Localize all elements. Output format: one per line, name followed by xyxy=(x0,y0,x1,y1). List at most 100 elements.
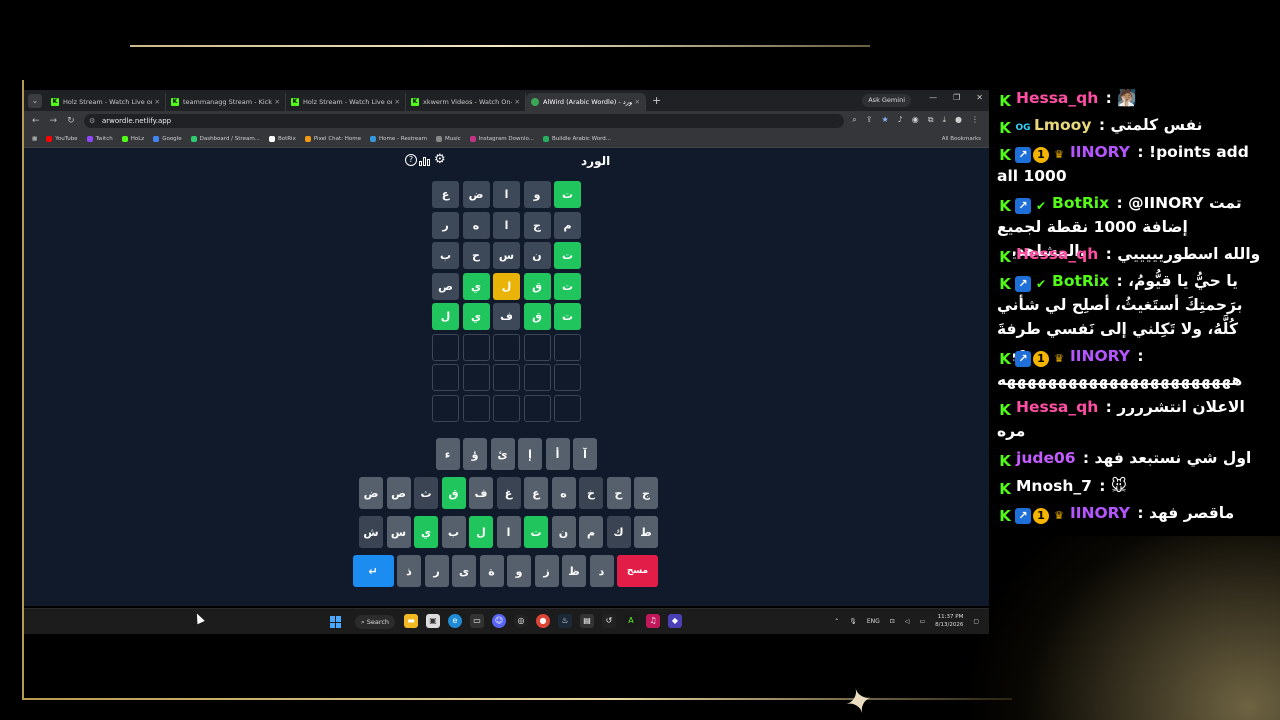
bookmark-item[interactable]: Dashboard / Stream... xyxy=(190,136,260,142)
browser-tab[interactable]: AlWird (Arabic Wordle) - الورد✕ xyxy=(526,93,646,111)
keyboard-key[interactable]: ؤ xyxy=(463,438,487,470)
chat-username[interactable]: Mnosh_7 xyxy=(1016,477,1092,495)
keyboard-key[interactable]: ج xyxy=(634,477,658,509)
windows-start-icon[interactable] xyxy=(330,616,342,628)
tray-chevron-icon[interactable]: ⌃ xyxy=(834,618,839,625)
enter-key[interactable]: ↵ xyxy=(352,555,394,587)
browser-tab[interactable]: K Holz Stream - Watch Live on Ki✕ xyxy=(46,93,166,111)
obs-icon[interactable]: ◎ xyxy=(514,614,528,628)
all-bookmarks-button[interactable]: All Bookmarks xyxy=(942,136,981,142)
bookmark-item[interactable]: Music xyxy=(435,136,461,142)
browser-tab[interactable]: K Holz Stream - Watch Live on Ki✕ xyxy=(286,93,406,111)
keyboard-key[interactable]: ذ xyxy=(397,555,421,587)
download-icon[interactable]: ⤓ xyxy=(942,115,946,125)
help-icon[interactable]: ? xyxy=(405,154,417,166)
keyboard-key[interactable]: ل xyxy=(469,516,493,548)
keyboard-key[interactable]: ز xyxy=(534,555,559,587)
chat-username[interactable]: IINORY xyxy=(1070,347,1130,365)
tab-close-icon[interactable]: ✕ xyxy=(155,98,160,106)
bookmark-item[interactable]: Home - Restream xyxy=(370,136,427,142)
forward-icon[interactable]: → xyxy=(50,116,58,126)
apex-icon[interactable]: A xyxy=(624,614,638,628)
chat-username[interactable]: Hessa_qh xyxy=(1016,398,1098,416)
keyboard-key[interactable]: ئ xyxy=(490,438,515,470)
bookmark-item[interactable]: Twitch xyxy=(86,136,113,142)
ask-gemini-button[interactable]: Ask Gemini xyxy=(862,94,911,107)
keyboard-key[interactable]: م xyxy=(579,516,603,548)
close-icon[interactable]: ✕ xyxy=(976,93,983,102)
chrome-icon[interactable]: ● xyxy=(536,614,550,628)
keyboard-key[interactable]: ص xyxy=(386,477,411,509)
keyboard-key[interactable]: إ xyxy=(518,438,542,470)
browser-tab[interactable]: Kteammanagg Stream - Kick Da✕ xyxy=(166,93,286,111)
chat-username[interactable]: IINORY xyxy=(1070,143,1130,161)
bookmark-item[interactable]: HoLz xyxy=(121,136,144,142)
language-indicator[interactable]: ENG xyxy=(867,618,880,625)
tab-close-icon[interactable]: ✕ xyxy=(275,98,280,106)
minimize-icon[interactable]: — xyxy=(929,93,937,102)
keyboard-key[interactable]: ع xyxy=(524,477,548,509)
extensions-puzzle-icon[interactable]: ⧉ xyxy=(928,115,934,125)
tab-close-icon[interactable]: ✕ xyxy=(515,98,520,106)
keyboard-key[interactable]: ح xyxy=(606,477,631,509)
site-info-icon[interactable]: ⚙ xyxy=(89,114,95,128)
keyboard-key[interactable]: ن xyxy=(551,516,576,548)
bookmark-item[interactable]: BotRix xyxy=(268,136,296,142)
keyboard-key[interactable]: ت xyxy=(524,516,548,548)
settings-gear-icon[interactable]: ⚙ xyxy=(434,153,446,166)
back-app-icon[interactable]: ↺ xyxy=(602,614,616,628)
crystal-icon[interactable]: ◆ xyxy=(668,614,682,628)
browser-tab[interactable]: Kxkwerm Videos - Watch On-De✕ xyxy=(406,93,526,111)
chat-username[interactable]: BotRix xyxy=(1052,194,1109,212)
microphone-icon[interactable]: 🎙 xyxy=(849,618,857,625)
keyboard-key[interactable]: ش xyxy=(359,516,383,548)
apps-grid-icon[interactable]: ▦ xyxy=(32,136,37,142)
menu-kebab-icon[interactable]: ⋮ xyxy=(971,115,979,125)
bookmark-item[interactable]: Buildle Arabic Word... xyxy=(543,136,611,142)
keyboard-key[interactable]: ى xyxy=(452,555,476,587)
keyboard-key[interactable]: ة xyxy=(479,555,504,587)
back-icon[interactable]: ← xyxy=(32,116,40,126)
keyboard-key[interactable]: غ xyxy=(496,477,521,509)
keyboard-key[interactable]: ث xyxy=(414,477,438,509)
keyboard-key[interactable]: ض xyxy=(359,477,383,509)
battery-icon[interactable]: ▭ xyxy=(919,618,925,625)
zoom-icon[interactable]: ⌕ xyxy=(852,115,856,125)
bookmark-star-icon[interactable]: ★ xyxy=(881,115,888,125)
share-icon[interactable]: ⇪ xyxy=(866,115,873,125)
notification-icon[interactable]: ▢ xyxy=(973,618,979,625)
stats-icon[interactable] xyxy=(419,154,432,166)
keyboard-key[interactable]: و xyxy=(507,555,531,587)
keyboard-key[interactable]: ف xyxy=(469,477,493,509)
keyboard-key[interactable]: ظ xyxy=(562,555,586,587)
keyboard-key[interactable]: س xyxy=(386,516,411,548)
file-explorer-icon[interactable]: ▬ xyxy=(404,614,418,628)
chat-username[interactable]: Hessa_qh xyxy=(1016,245,1098,263)
app-icon[interactable]: ▤ xyxy=(580,614,594,628)
keyboard-key[interactable]: ق xyxy=(441,477,466,509)
taskbar-search[interactable]: ⌕ Search xyxy=(355,615,396,629)
profile-avatar[interactable]: ● xyxy=(955,115,962,125)
keyboard-key[interactable]: ط xyxy=(634,516,658,548)
keyboard-key[interactable]: ه xyxy=(551,477,576,509)
keyboard-key[interactable]: ب xyxy=(441,516,466,548)
keyboard-key[interactable]: ر xyxy=(424,555,449,587)
keyboard-key[interactable]: ك xyxy=(606,516,631,548)
bookmark-item[interactable]: YouTube xyxy=(46,136,78,142)
terminal-icon[interactable]: ▭ xyxy=(470,614,484,628)
tab-close-icon[interactable]: ✕ xyxy=(395,98,400,106)
chat-username[interactable]: Lmooy xyxy=(1034,116,1091,134)
discord-icon[interactable]: ☺ xyxy=(492,614,506,628)
chat-username[interactable]: IINORY xyxy=(1070,504,1130,522)
media-icon[interactable]: ♪ xyxy=(898,115,903,125)
media-app-icon[interactable]: ♫ xyxy=(646,614,660,628)
steam-icon[interactable]: ♨ xyxy=(558,614,572,628)
bookmark-item[interactable]: Pixel Chat: Home xyxy=(304,136,361,142)
tab-search-icon[interactable]: ⌄ xyxy=(28,93,42,108)
edge-icon[interactable]: e xyxy=(448,614,462,628)
extension-icon[interactable]: ◉ xyxy=(912,115,919,125)
reload-icon[interactable]: ↻ xyxy=(67,116,75,126)
store-icon[interactable]: ▣ xyxy=(426,614,440,628)
chat-username[interactable]: BotRix xyxy=(1052,272,1109,290)
new-tab-button[interactable]: + xyxy=(652,94,661,107)
